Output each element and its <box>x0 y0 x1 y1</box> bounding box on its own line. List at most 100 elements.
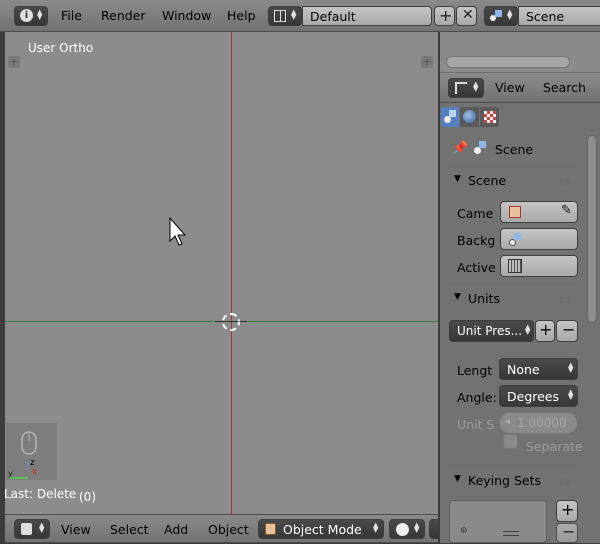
object-count-text: (0) <box>79 490 96 504</box>
add-keying-set-button[interactable]: + <box>556 500 578 522</box>
properties-scrollbar[interactable] <box>587 135 597 323</box>
active-movieclip-field[interactable] <box>500 255 578 277</box>
scene-name-field[interactable]: Scene <box>518 6 600 26</box>
length-unit-dropdown[interactable]: None ▲ ▼ <box>499 358 578 380</box>
breadcrumb-scene-icon <box>474 141 487 154</box>
info-header: i ▲ ▼ File Render Window Help ▲ ▼ Default … <box>0 0 600 32</box>
separate-checkbox[interactable] <box>503 434 518 449</box>
area-split-right-icon[interactable]: + <box>421 56 433 68</box>
plus-icon: + <box>439 6 453 25</box>
scene-panel-title: Scene <box>468 173 507 188</box>
add-preset-button[interactable]: + <box>535 320 555 342</box>
camera-object-icon <box>509 206 521 218</box>
unit-scale-label: Unit S <box>457 417 495 432</box>
viewport-shading-dropdown[interactable]: ▲ ▼ <box>389 519 425 539</box>
viewport-header: ▲ ▼ View Select Add Object Object Mode ▲ ▼… <box>5 514 449 544</box>
checker-icon <box>484 111 496 123</box>
menu-file[interactable]: File <box>61 0 82 32</box>
3d-cursor-cross <box>215 321 247 322</box>
scene-name-text: Scene <box>526 9 565 24</box>
tab-texture[interactable] <box>480 107 499 127</box>
separate-label: Separate <box>526 439 583 454</box>
tab-world[interactable] <box>460 107 479 127</box>
angle-label: Angle: <box>457 390 497 405</box>
viewport-editor-type-button[interactable]: ▲ ▼ <box>14 519 50 539</box>
properties-menu-search[interactable]: Search <box>543 73 586 103</box>
pin-icon[interactable]: 📌 <box>452 141 468 156</box>
units-panel-header[interactable]: ▼ Units <box>446 287 580 311</box>
drag-grip-icon[interactable] <box>560 479 572 485</box>
properties-header: ▲ ▼ View Search <box>440 73 600 103</box>
properties-icon <box>455 82 467 94</box>
angle-unit-value: Degrees <box>507 389 560 404</box>
mode-dropdown[interactable]: Object Mode ▲ ▼ <box>258 519 384 539</box>
3d-viewport[interactable]: User Ortho + + z x y Last: Delete (0) <box>5 32 438 514</box>
scene-panel-header[interactable]: ▼ Scene <box>446 169 580 193</box>
z-axis-line <box>231 32 232 514</box>
length-label: Lengt <box>457 363 493 378</box>
keying-sets-title: Keying Sets <box>468 473 542 488</box>
breadcrumb-label: Scene <box>495 142 534 157</box>
mouse-nav-gizmo: z x y <box>6 423 57 480</box>
solid-sphere-icon <box>396 523 409 536</box>
camera-label: Came <box>457 206 494 221</box>
menu-render[interactable]: Render <box>101 0 146 32</box>
mode-label: Object Mode <box>283 522 362 537</box>
remove-preset-button[interactable]: − <box>556 320 578 342</box>
info-icon: i <box>20 9 33 22</box>
plus-icon: + <box>561 500 575 519</box>
units-panel-title: Units <box>468 291 500 306</box>
keying-sets-panel-header[interactable]: ▼ Keying Sets <box>446 469 580 493</box>
drag-grip-icon[interactable] <box>560 297 572 303</box>
scene-type-button[interactable]: ▲ ▼ <box>484 6 518 26</box>
mouse-pointer-icon <box>169 217 187 246</box>
menu-view[interactable]: View <box>61 515 91 544</box>
decrement-arrow-icon[interactable]: ◂ <box>505 416 510 427</box>
list-grip-icon[interactable] <box>503 531 519 536</box>
remove-layout-button[interactable]: ✕ <box>456 6 477 26</box>
properties-menu-view[interactable]: View <box>495 73 525 103</box>
length-unit-value: None <box>507 362 540 377</box>
collapse-triangle-icon: ▼ <box>454 174 461 184</box>
outliner-scrollbar[interactable] <box>446 56 570 68</box>
close-icon: ✕ <box>462 7 474 23</box>
scene-icon <box>490 10 502 22</box>
svg-text:y: y <box>8 469 13 478</box>
menu-help[interactable]: Help <box>227 0 256 32</box>
properties-editor-type-button[interactable]: ▲ ▼ <box>448 78 484 98</box>
editor-type-button[interactable]: i ▲ ▼ <box>14 6 48 26</box>
list-resize-icon[interactable]: ⊕ <box>460 526 468 536</box>
outliner-area <box>440 32 600 72</box>
3d-cursor[interactable] <box>222 313 240 331</box>
plus-icon: + <box>539 320 553 339</box>
menu-select[interactable]: Select <box>110 515 149 544</box>
tab-scene[interactable] <box>441 107 459 127</box>
menu-add[interactable]: Add <box>164 515 188 544</box>
eyedropper-icon[interactable]: ✎ <box>561 203 572 218</box>
keying-sets-list[interactable]: ⊕ <box>449 500 547 543</box>
properties-content: 📌 Scene ▼ Scene Came ✎ Backg Active ▼ Un… <box>440 131 590 543</box>
scene-tab-icon <box>444 110 456 123</box>
movieclip-icon <box>508 259 522 273</box>
angle-unit-dropdown[interactable]: Degrees ▲ ▼ <box>499 385 578 407</box>
camera-field[interactable]: ✎ <box>500 201 578 223</box>
menu-object[interactable]: Object <box>208 515 249 544</box>
area-split-left-icon[interactable]: + <box>8 56 20 68</box>
svg-text:x: x <box>32 467 38 477</box>
unit-presets-dropdown[interactable]: Unit Pres... ▲ ▼ <box>449 320 534 342</box>
layout-name-field[interactable]: Default <box>302 6 432 26</box>
layout-type-button[interactable]: ▲ ▼ <box>268 6 302 26</box>
properties-context-tabs <box>440 103 600 131</box>
add-layout-button[interactable]: + <box>434 6 455 26</box>
drag-grip-icon[interactable] <box>560 179 572 185</box>
minus-icon: − <box>562 320 576 339</box>
unit-scale-field[interactable]: ◂ 1.00000 <box>499 412 578 434</box>
view-label: User Ortho <box>28 41 94 55</box>
remove-keying-set-button[interactable]: − <box>556 522 578 543</box>
object-mode-icon <box>265 523 276 535</box>
cube-icon <box>21 523 32 535</box>
last-operator-text: Last: Delete <box>5 487 77 501</box>
background-scene-field[interactable] <box>500 228 578 250</box>
unit-scale-value: 1.00000 <box>517 416 567 430</box>
menu-window[interactable]: Window <box>162 0 211 32</box>
